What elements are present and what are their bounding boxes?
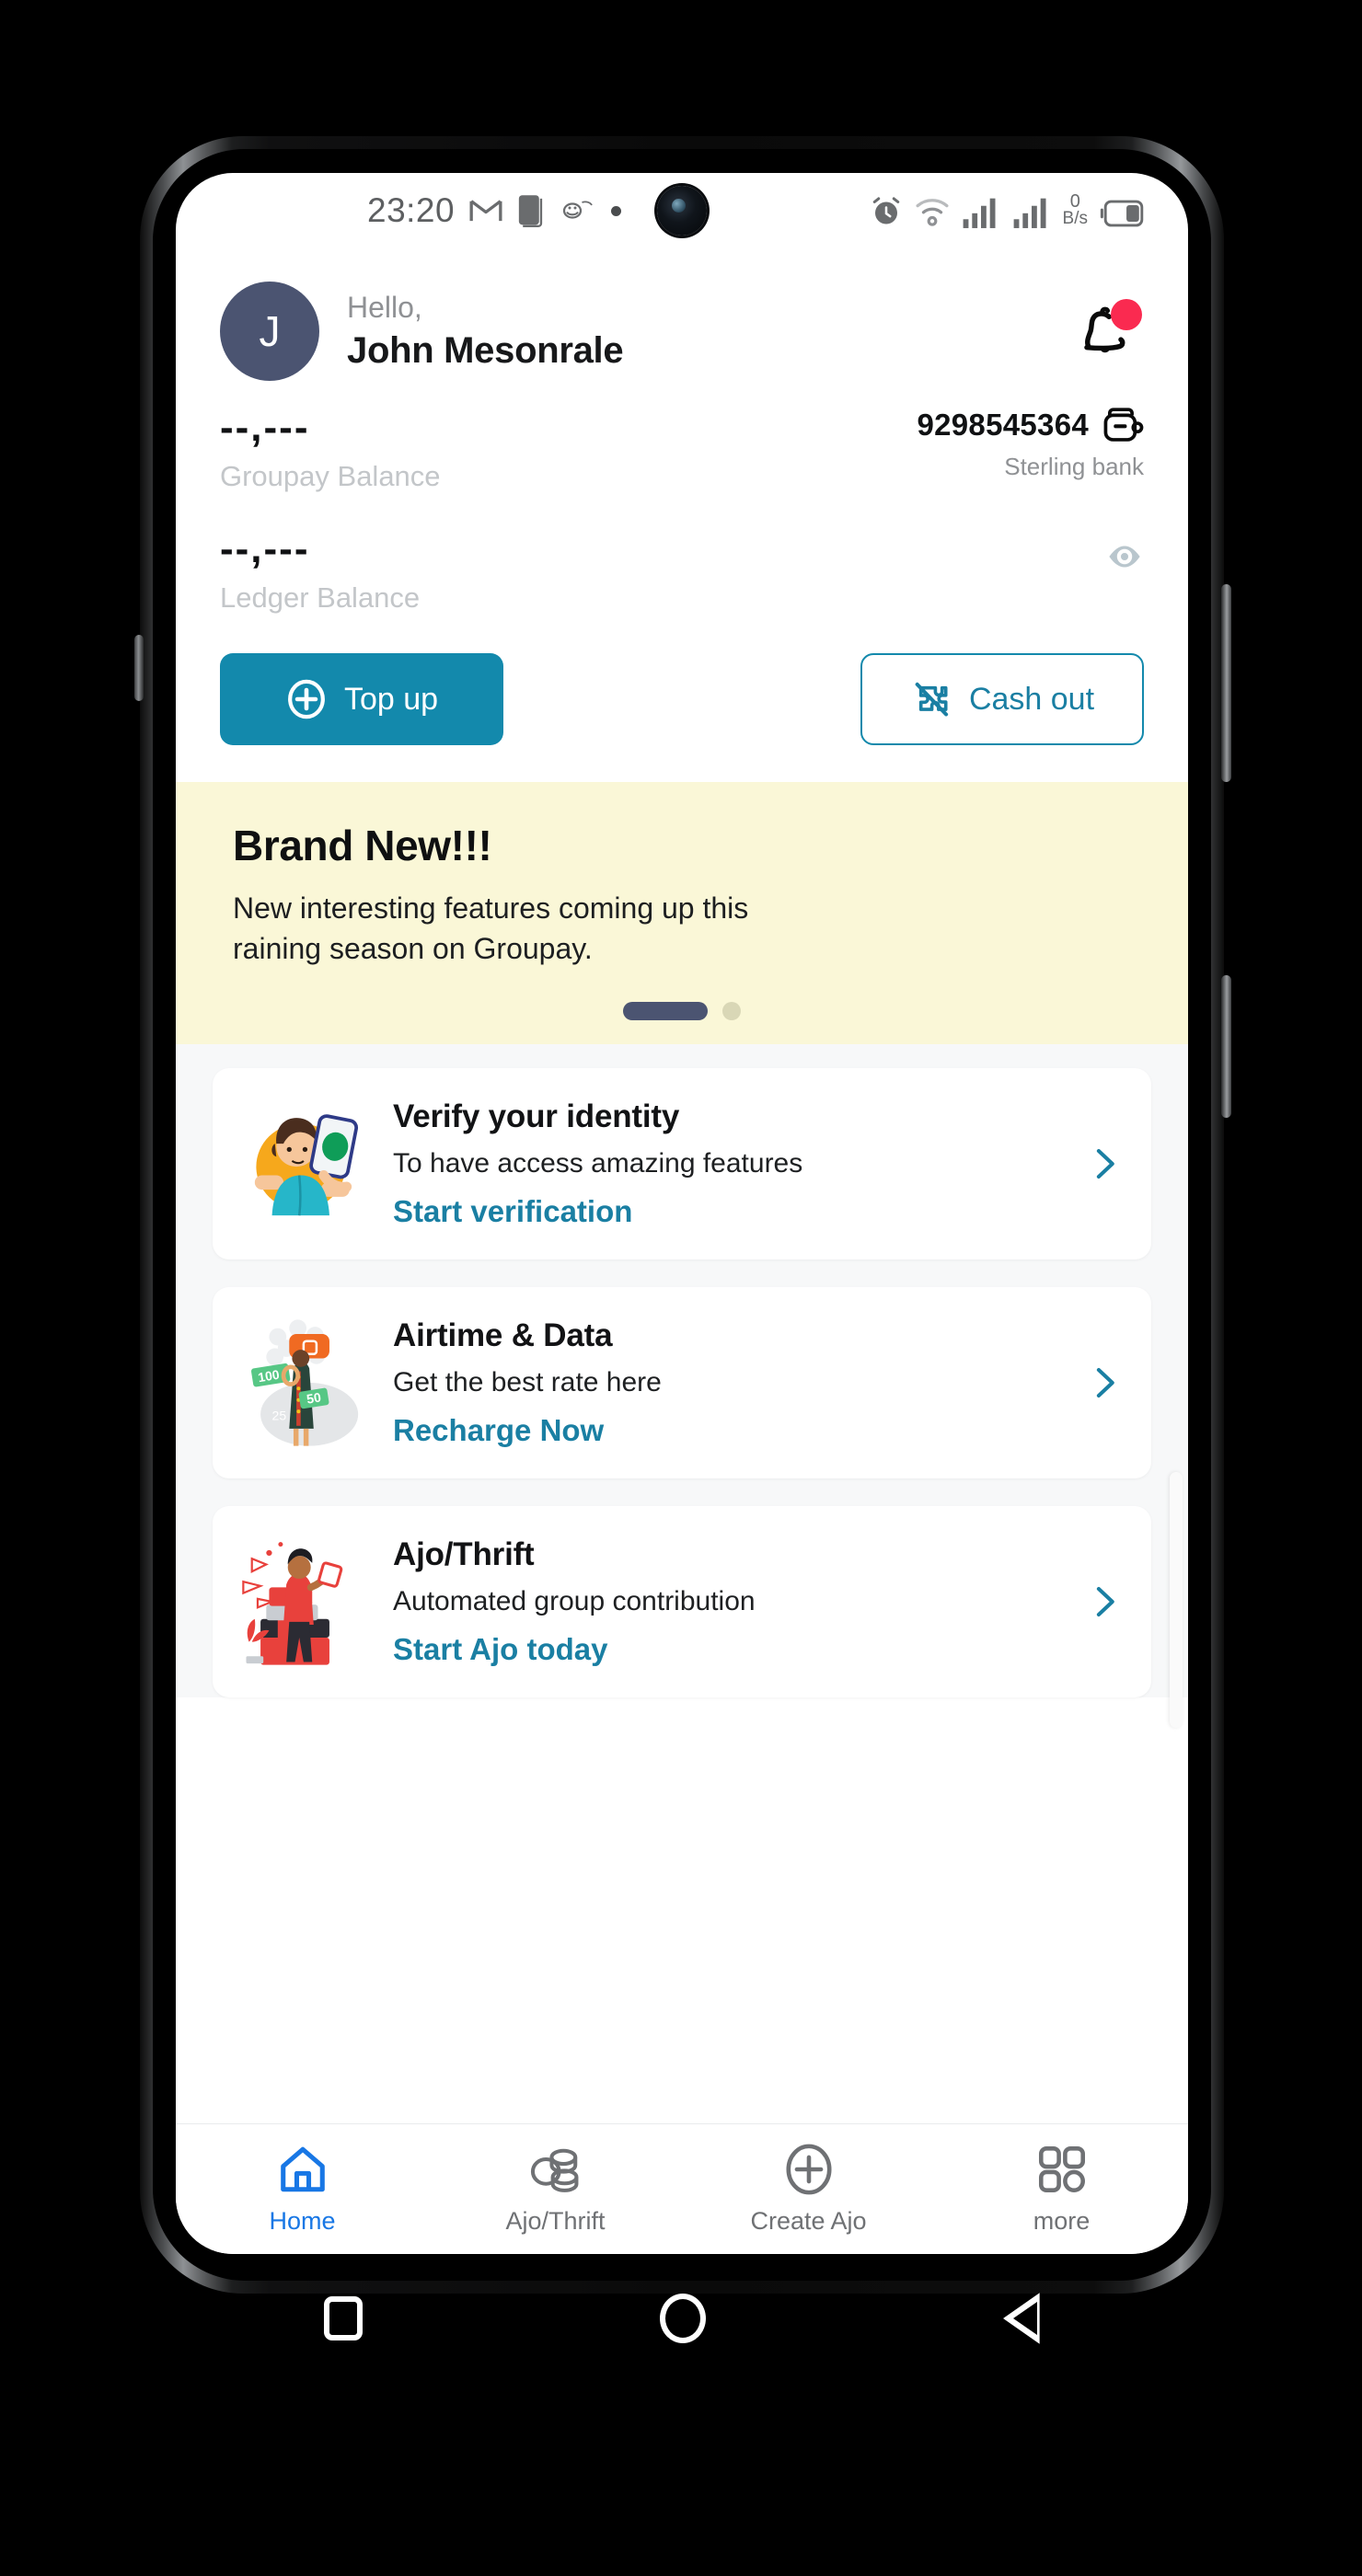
card-cta[interactable]: Start verification bbox=[393, 1194, 1078, 1229]
card-subtitle: To have access amazing features bbox=[393, 1148, 803, 1179]
phone-volume-button[interactable] bbox=[1221, 584, 1231, 782]
front-camera-punch-hole bbox=[657, 186, 707, 236]
top-up-label: Top up bbox=[343, 681, 439, 717]
bottom-tab-bar: Home Ajo/Thrift Create Ajo more bbox=[176, 2123, 1188, 2254]
balance-section: --,--- Groupay Balance 9298545364 Sterli… bbox=[176, 381, 1188, 615]
home-icon bbox=[280, 2146, 325, 2192]
app-screen: 23:20 0 B/s J Hello, John Mesonrale --,-… bbox=[176, 173, 1188, 2254]
data-rate-indicator: 0 B/s bbox=[1062, 192, 1088, 229]
promo-dot[interactable] bbox=[722, 1002, 741, 1021]
wifi-icon bbox=[916, 198, 949, 226]
card-subtitle: Get the best rate here bbox=[393, 1367, 662, 1398]
tab-label: more bbox=[1033, 2207, 1091, 2235]
svg-text:50: 50 bbox=[306, 1389, 322, 1406]
android-system-nav bbox=[176, 2254, 1188, 2383]
list-item[interactable]: Ajo/Thrift Automated group contribution … bbox=[213, 1506, 1151, 1698]
groupay-balance-label: Groupay Balance bbox=[220, 460, 441, 492]
top-up-button[interactable]: Top up bbox=[220, 653, 503, 745]
svg-text:25: 25 bbox=[272, 1409, 287, 1423]
promo-pagination bbox=[233, 1002, 1131, 1021]
card-subtitle: Automated group contribution bbox=[393, 1586, 756, 1617]
card-cta[interactable]: Recharge Now bbox=[393, 1413, 1078, 1448]
cash-out-label: Cash out bbox=[968, 681, 1095, 717]
document-icon bbox=[518, 195, 543, 227]
status-bar: 23:20 0 B/s bbox=[176, 173, 1188, 248]
user-name: John Mesonrale bbox=[347, 330, 624, 371]
eye-icon bbox=[1109, 546, 1140, 568]
status-bar-clock: 23:20 bbox=[367, 191, 456, 229]
plus-circle-icon bbox=[785, 2144, 832, 2195]
puzzle-slash-icon bbox=[915, 682, 949, 717]
ledger-balance-amount: --,--- bbox=[220, 526, 310, 571]
person-with-savings-boxes-illustration bbox=[242, 1542, 343, 1665]
gmail-icon bbox=[469, 200, 502, 222]
groupay-balance-block: --,--- Groupay Balance bbox=[220, 405, 441, 493]
person-with-money-notes-illustration: 25 100 50 bbox=[250, 1319, 359, 1446]
promo-text: New interesting features coming up this … bbox=[233, 891, 749, 965]
person-selfie-verification-illustration bbox=[254, 1114, 359, 1216]
phone-mute-button[interactable] bbox=[134, 635, 144, 701]
ledger-balance-label: Ledger Balance bbox=[220, 581, 421, 614]
promo-dot-active[interactable] bbox=[623, 1002, 708, 1021]
list-item[interactable]: Verify your identity To have access amaz… bbox=[213, 1068, 1151, 1260]
square-icon[interactable] bbox=[324, 2296, 364, 2340]
promo-title: Brand New!!! bbox=[233, 822, 492, 869]
triangle-back-icon[interactable] bbox=[1002, 2293, 1040, 2344]
card-title: Verify your identity bbox=[393, 1098, 680, 1135]
signal-icon bbox=[1013, 198, 1046, 228]
plus-circle-icon bbox=[288, 679, 325, 719]
ledger-balance-row: --,--- Ledger Balance bbox=[220, 526, 1144, 615]
grid-icon bbox=[1038, 2145, 1085, 2193]
dot-icon bbox=[611, 205, 622, 216]
avatar[interactable]: J bbox=[220, 282, 319, 381]
chevron-right-icon[interactable] bbox=[1085, 1144, 1124, 1183]
app-icon bbox=[562, 201, 593, 219]
tab-home[interactable]: Home bbox=[176, 2143, 429, 2236]
account-block[interactable]: 9298545364 Sterling bank bbox=[917, 405, 1144, 481]
chevron-right-icon[interactable] bbox=[1085, 1582, 1124, 1621]
battery-icon bbox=[1100, 200, 1144, 226]
data-rate-unit: B/s bbox=[1062, 209, 1088, 229]
card-title: Airtime & Data bbox=[393, 1317, 613, 1354]
alarm-icon bbox=[872, 196, 899, 224]
ledger-balance-block: --,--- Ledger Balance bbox=[220, 526, 420, 615]
signal-icon bbox=[963, 198, 996, 228]
screenshot-root: 23:20 0 B/s J Hello, John Mesonrale --,-… bbox=[0, 0, 1362, 2576]
toggle-balance-visibility-button[interactable] bbox=[1105, 537, 1144, 576]
cash-out-button[interactable]: Cash out bbox=[860, 653, 1144, 745]
tab-label: Home bbox=[269, 2207, 336, 2235]
coins-icon bbox=[530, 2148, 578, 2192]
chevron-right-icon[interactable] bbox=[1085, 1363, 1124, 1402]
card-cta[interactable]: Start Ajo today bbox=[393, 1632, 1078, 1667]
content-scrollbar[interactable] bbox=[1170, 1472, 1183, 1728]
groupay-balance-row: --,--- Groupay Balance 9298545364 Sterli… bbox=[220, 405, 1144, 493]
promo-banner[interactable]: Brand New!!! New interesting features co… bbox=[176, 782, 1188, 1045]
avatar-initial: J bbox=[259, 307, 281, 355]
groupay-balance-amount: --,--- bbox=[220, 405, 310, 450]
wallet-icon bbox=[1103, 408, 1144, 442]
tab-create-ajo[interactable]: Create Ajo bbox=[682, 2143, 935, 2236]
greeting-block: Hello, John Mesonrale bbox=[347, 291, 1072, 372]
user-header: J Hello, John Mesonrale bbox=[176, 248, 1188, 381]
notification-button[interactable] bbox=[1072, 297, 1142, 365]
tab-label: Create Ajo bbox=[750, 2207, 867, 2235]
circle-icon[interactable] bbox=[659, 2294, 706, 2343]
list-item[interactable]: 25 100 50 Airtime & Data Get the best ra… bbox=[213, 1287, 1151, 1479]
tab-label: Ajo/Thrift bbox=[505, 2207, 606, 2235]
account-number: 9298545364 bbox=[917, 408, 1089, 442]
notification-badge bbox=[1111, 299, 1142, 330]
card-title: Ajo/Thrift bbox=[393, 1536, 535, 1573]
greeting-text: Hello, bbox=[347, 291, 422, 324]
phone-power-button[interactable] bbox=[1221, 975, 1231, 1118]
bank-name: Sterling bank bbox=[1004, 453, 1144, 480]
tab-ajo-thrift[interactable]: Ajo/Thrift bbox=[429, 2143, 682, 2236]
feature-card-list: Verify your identity To have access amaz… bbox=[176, 1044, 1188, 1698]
wallet-actions: Top up Cash out bbox=[176, 615, 1188, 782]
tab-more[interactable]: more bbox=[935, 2143, 1188, 2236]
